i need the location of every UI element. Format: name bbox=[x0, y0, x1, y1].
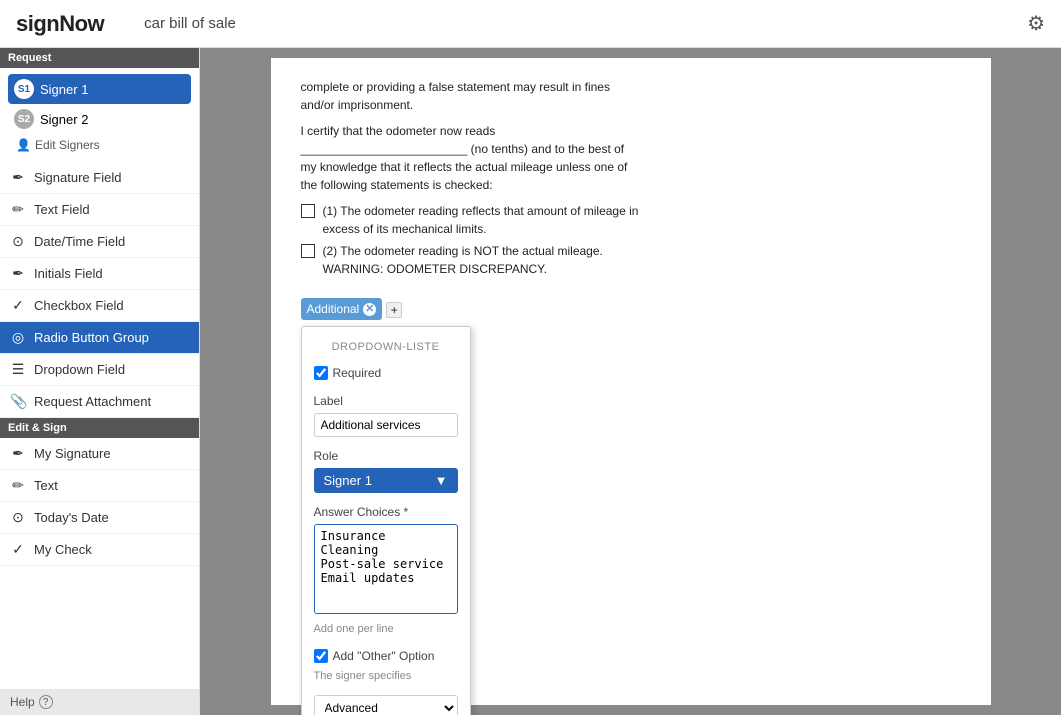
sidebar-item-initials-field[interactable]: ✒ Initials Field bbox=[0, 258, 199, 290]
doc-check-row-2: (2) The odometer reading is NOT the actu… bbox=[301, 242, 641, 278]
checkbox-2[interactable] bbox=[301, 244, 315, 258]
answer-choices-label: Answer Choices * bbox=[314, 503, 458, 521]
text-icon: ✏ bbox=[10, 201, 26, 218]
doc-para2: I certify that the odometer now reads __… bbox=[301, 122, 641, 194]
sidebar: Request S1 Signer 1 S2 Signer 2 👤 Edit S… bbox=[0, 48, 200, 715]
sidebar-label-datetime: Date/Time Field bbox=[34, 234, 125, 249]
add-per-line-hint: Add one per line bbox=[314, 621, 458, 638]
initials-icon: ✒ bbox=[10, 265, 26, 282]
signer-1-avatar: S1 bbox=[14, 79, 34, 99]
sidebar-item-signature-field[interactable]: ✒ Signature Field bbox=[0, 162, 199, 194]
radio-icon: ◎ bbox=[10, 329, 26, 346]
sidebar-label-checkbox: Checkbox Field bbox=[34, 298, 124, 313]
advanced-row: Advanced bbox=[314, 695, 458, 715]
attachment-icon: 📎 bbox=[10, 393, 26, 410]
dropdown-icon: ☰ bbox=[10, 361, 26, 378]
label-input[interactable] bbox=[314, 413, 458, 437]
label-row: Label bbox=[314, 392, 458, 437]
add-other-row: Add "Other" Option The signer specifies bbox=[314, 647, 458, 685]
sidebar-label-my-sig: My Signature bbox=[34, 446, 111, 461]
sidebar-item-text-field[interactable]: ✏ Text Field bbox=[0, 194, 199, 226]
required-checkbox[interactable] bbox=[314, 366, 328, 380]
additional-close-button[interactable]: ✕ bbox=[363, 303, 376, 316]
help-label: Help bbox=[10, 695, 35, 709]
date-icon: ⊙ bbox=[10, 509, 26, 526]
panel-title: DROPDOWN-LISTE bbox=[314, 339, 458, 356]
edit-signers-button[interactable]: 👤 Edit Signers bbox=[8, 134, 191, 156]
sidebar-label-signature: Signature Field bbox=[34, 170, 121, 185]
signer-specifies-text: The signer specifies bbox=[314, 668, 458, 685]
add-field-button[interactable]: + bbox=[386, 302, 402, 318]
sidebar-label-attachment: Request Attachment bbox=[34, 394, 151, 409]
clock-icon: ⊙ bbox=[10, 233, 26, 250]
person-icon: 👤 bbox=[16, 138, 31, 152]
main-area: Request S1 Signer 1 S2 Signer 2 👤 Edit S… bbox=[0, 48, 1061, 715]
sidebar-item-request-attachment[interactable]: 📎 Request Attachment bbox=[0, 386, 199, 418]
doc-check-row-1: (1) The odometer reading reflects that a… bbox=[301, 202, 641, 238]
sidebar-label-check: My Check bbox=[34, 542, 92, 557]
sidebar-item-datetime-field[interactable]: ⊙ Date/Time Field bbox=[0, 226, 199, 258]
sidebar-item-radio-group[interactable]: ◎ Radio Button Group bbox=[0, 322, 199, 354]
doc-para1: complete or providing a false statement … bbox=[301, 78, 641, 114]
sidebar-label-dropdown: Dropdown Field bbox=[34, 362, 125, 377]
check-text-2: (2) The odometer reading is NOT the actu… bbox=[323, 242, 641, 278]
header: signNow car bill of sale ⚙ bbox=[0, 0, 1061, 48]
role-label: Role bbox=[314, 447, 458, 465]
edit-text-icon: ✏ bbox=[10, 477, 26, 494]
settings-icon[interactable]: ⚙ bbox=[1027, 11, 1045, 36]
dropdown-overlay-area: Additional ✕ + DROPDOWN-LISTE Required bbox=[301, 298, 641, 715]
sidebar-label-text-edit: Text bbox=[34, 478, 58, 493]
signer-1-item[interactable]: S1 Signer 1 bbox=[8, 74, 191, 104]
help-icon: ? bbox=[39, 695, 53, 709]
document-page: complete or providing a false statement … bbox=[271, 58, 991, 705]
document-title[interactable]: car bill of sale bbox=[144, 15, 1027, 32]
sidebar-item-checkbox-field[interactable]: ✓ Checkbox Field bbox=[0, 290, 199, 322]
check-text-1: (1) The odometer reading reflects that a… bbox=[323, 202, 641, 238]
check-icon: ✓ bbox=[10, 541, 26, 558]
sidebar-item-todays-date[interactable]: ⊙ Today's Date bbox=[0, 502, 199, 534]
sidebar-item-my-signature[interactable]: ✒ My Signature bbox=[0, 438, 199, 470]
signers-block: S1 Signer 1 S2 Signer 2 👤 Edit Signers bbox=[0, 68, 199, 162]
help-bar[interactable]: Help ? bbox=[0, 689, 199, 715]
role-row: Role Signer 1 ▼ bbox=[314, 447, 458, 493]
sidebar-item-text[interactable]: ✏ Text bbox=[0, 470, 199, 502]
app-logo: signNow bbox=[16, 11, 104, 37]
add-other-checkbox[interactable] bbox=[314, 649, 328, 663]
dropdown-edit-panel: DROPDOWN-LISTE Required Label bbox=[301, 326, 471, 715]
required-row: Required bbox=[314, 364, 458, 382]
chevron-down-icon: ▼ bbox=[435, 473, 448, 488]
add-other-label[interactable]: Add "Other" Option bbox=[314, 647, 458, 665]
request-section-label: Request bbox=[0, 48, 199, 68]
label-field-label: Label bbox=[314, 392, 458, 410]
answer-choices-textarea[interactable]: Insurance Cleaning Post-sale service Ema… bbox=[314, 524, 458, 614]
sidebar-label-date: Today's Date bbox=[34, 510, 109, 525]
signer-1-label: Signer 1 bbox=[40, 82, 88, 97]
document-area: complete or providing a false statement … bbox=[200, 48, 1061, 715]
sidebar-item-my-check[interactable]: ✓ My Check bbox=[0, 534, 199, 566]
required-label[interactable]: Required bbox=[314, 364, 458, 382]
signer-2-avatar: S2 bbox=[14, 109, 34, 129]
role-button[interactable]: Signer 1 ▼ bbox=[314, 468, 458, 493]
sidebar-label-radio: Radio Button Group bbox=[34, 330, 149, 345]
additional-tag-label: Additional bbox=[307, 300, 360, 318]
edit-sign-section-label: Edit & Sign bbox=[0, 418, 199, 438]
signer-2-item[interactable]: S2 Signer 2 bbox=[8, 104, 191, 134]
pen-icon: ✒ bbox=[10, 169, 26, 186]
sidebar-item-dropdown-field[interactable]: ☰ Dropdown Field bbox=[0, 354, 199, 386]
checkbox-1[interactable] bbox=[301, 204, 315, 218]
additional-field-tag[interactable]: Additional ✕ bbox=[301, 298, 383, 320]
sidebar-label-text: Text Field bbox=[34, 202, 90, 217]
advanced-select[interactable]: Advanced bbox=[314, 695, 458, 715]
checkbox-icon: ✓ bbox=[10, 297, 26, 314]
signer-2-label: Signer 2 bbox=[40, 112, 88, 127]
sidebar-label-initials: Initials Field bbox=[34, 266, 103, 281]
role-value: Signer 1 bbox=[324, 473, 372, 488]
my-sig-icon: ✒ bbox=[10, 445, 26, 462]
answer-choices-row: Answer Choices * Insurance Cleaning Post… bbox=[314, 503, 458, 638]
